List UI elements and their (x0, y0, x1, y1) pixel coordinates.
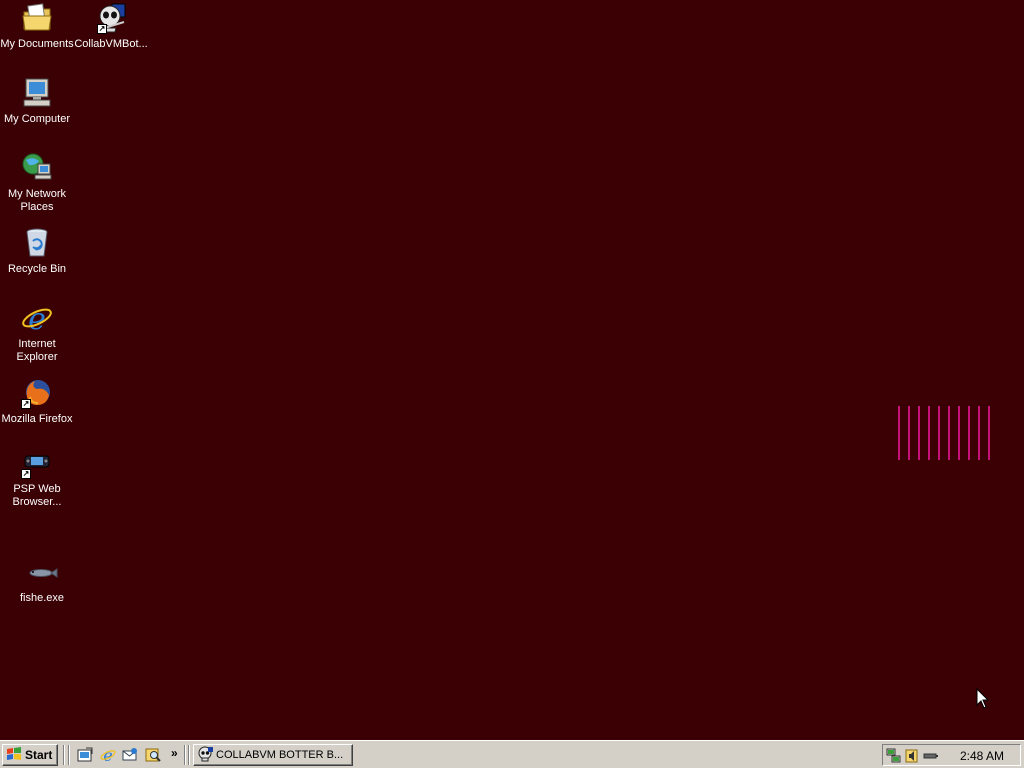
desktop-icon-label: My Network Places (7, 188, 67, 213)
chevron-right-icon[interactable]: » (171, 746, 178, 760)
shortcut-arrow-icon: ↗ (21, 399, 31, 409)
start-button[interactable]: Start (2, 744, 58, 766)
windows-logo-icon (6, 746, 22, 764)
skull-bot-icon (197, 746, 213, 765)
desktop-icon-label: My Documents (0, 38, 74, 50)
desktop-icon-label: My Computer (3, 113, 71, 125)
magenta-stripes (898, 406, 993, 460)
taskbar-separator (188, 745, 190, 765)
task-button-collabvm-botter[interactable]: COLLABVM BOTTER B... (193, 744, 353, 766)
mouse-cursor-icon (976, 687, 990, 713)
shortcut-arrow-icon: ↗ (97, 24, 107, 34)
search-icon[interactable] (145, 747, 161, 763)
desktop-icon-label: fishe.exe (19, 592, 65, 604)
skull-bot-icon: ↗ (95, 2, 127, 34)
internet-explorer-icon[interactable]: e (100, 746, 116, 765)
taskbar: Start e » COLLABVM BOTTER B... 2:48 AM (0, 740, 1024, 768)
firefox-icon: ↗ (21, 377, 53, 409)
svg-text:e: e (28, 302, 46, 334)
desktop-icon-psp-web-browser[interactable]: ↗ PSP Web Browser... (0, 447, 74, 509)
volume-icon[interactable] (904, 748, 920, 764)
clock[interactable]: 2:48 AM (960, 749, 1004, 763)
desktop-icon-label: CollabVMBot... (74, 38, 148, 50)
network-places-icon (21, 152, 53, 184)
desktop-icon-label: Mozilla Firefox (1, 413, 73, 425)
internet-explorer-icon: e (21, 302, 53, 337)
taskbar-separator (68, 745, 70, 765)
desktop-icon-collabvmbot[interactable]: ↗ CollabVMBot... (74, 2, 148, 51)
shortcut-arrow-icon: ↗ (21, 469, 31, 479)
desktop: My Documents ↗ CollabVMBot... My Compute… (0, 0, 1024, 740)
recycle-bin-icon (21, 227, 53, 259)
desktop-icon-label: Recycle Bin (7, 263, 67, 275)
my-computer-icon (21, 77, 53, 109)
svg-text:e: e (103, 747, 112, 763)
desktop-icon-mozilla-firefox[interactable]: ↗ Mozilla Firefox (0, 377, 74, 426)
show-desktop-icon[interactable] (77, 747, 93, 763)
desktop-icon-recycle-bin[interactable]: Recycle Bin (0, 227, 74, 276)
taskbar-separator (63, 745, 65, 765)
desktop-icon-network-places[interactable]: My Network Places (0, 152, 74, 214)
desktop-icon-my-documents[interactable]: My Documents (0, 2, 74, 51)
fish-icon (26, 556, 58, 588)
network-icon[interactable] (886, 748, 902, 764)
task-button-label: COLLABVM BOTTER B... (216, 749, 344, 761)
desktop-icon-fishe-exe[interactable]: fishe.exe (5, 556, 79, 605)
taskbar-separator (184, 745, 186, 765)
desktop-icon-internet-explorer[interactable]: e Internet Explorer (0, 302, 74, 364)
system-tray: 2:48 AM (882, 744, 1021, 766)
start-label: Start (25, 748, 53, 762)
psp-icon: ↗ (21, 447, 53, 479)
desktop-icon-my-computer[interactable]: My Computer (0, 77, 74, 126)
desktop-icon-label: Internet Explorer (16, 338, 58, 363)
outlook-express-icon[interactable] (122, 747, 138, 763)
battery-icon[interactable] (923, 748, 939, 764)
desktop-icon-label: PSP Web Browser... (12, 483, 62, 508)
my-documents-icon (21, 2, 53, 34)
